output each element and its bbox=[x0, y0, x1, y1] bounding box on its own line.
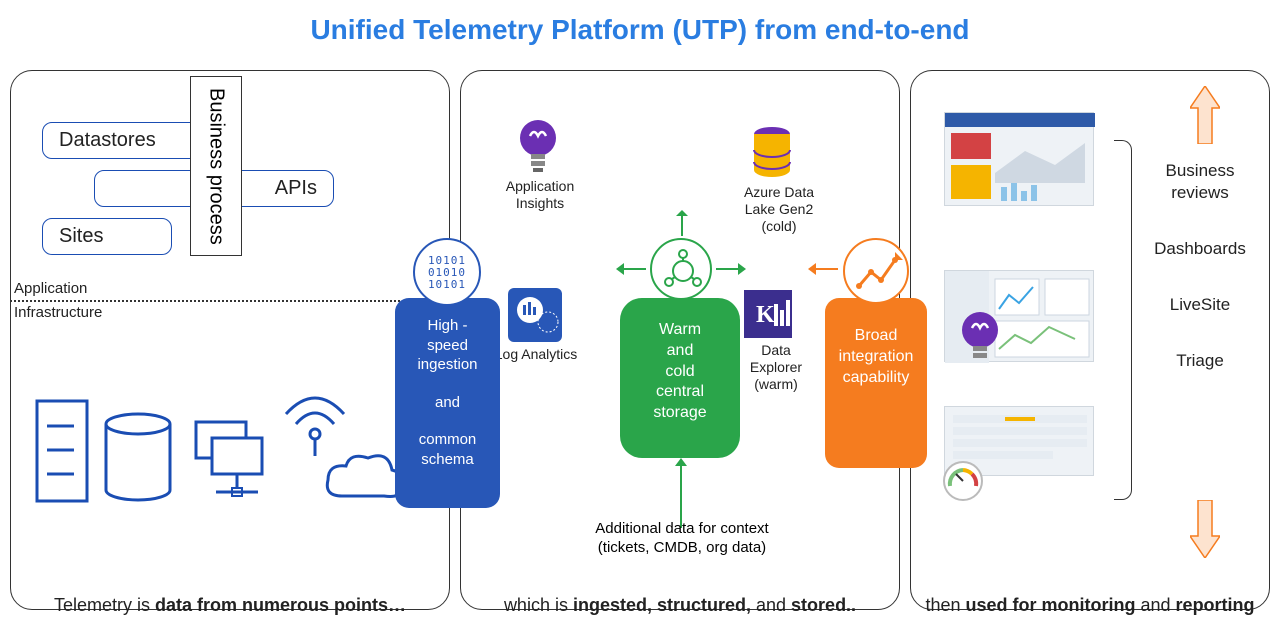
adls-label: Azure Data Lake Gen2 (cold) bbox=[734, 184, 824, 234]
output-business-reviews: Business reviews bbox=[1140, 160, 1260, 204]
p3-cap-mid: and bbox=[1136, 595, 1176, 615]
panel1-caption: Telemetry is data from numerous points… bbox=[10, 595, 450, 616]
ingest-l5: common bbox=[401, 430, 494, 450]
bracket-icon bbox=[1114, 140, 1132, 500]
log-analytics-icon bbox=[508, 288, 562, 342]
p2-cap-b1: ingested, structured, bbox=[573, 595, 751, 615]
output-list: Business reviews Dashboards LiveSite Tri… bbox=[1140, 160, 1260, 406]
gauge-icon bbox=[942, 460, 984, 502]
panel2-caption: which is ingested, structured, and store… bbox=[460, 595, 900, 616]
arrow-broad-left-icon bbox=[808, 262, 838, 276]
st-l3: cold bbox=[630, 362, 730, 383]
kusto-l2: Explorer bbox=[750, 359, 802, 375]
ingest-l2: speed bbox=[401, 336, 494, 356]
st-l4: central bbox=[630, 382, 730, 403]
lightbulb-icon-2 bbox=[958, 310, 1002, 366]
adls-l1: Azure Data bbox=[744, 184, 814, 200]
arrow-context-up-icon bbox=[674, 458, 688, 528]
database-icon bbox=[102, 412, 174, 506]
output-dashboards: Dashboards bbox=[1140, 238, 1260, 260]
arrow-down-outline-icon bbox=[1190, 500, 1220, 558]
cloud-icon bbox=[322, 452, 406, 508]
st-l5: storage bbox=[630, 403, 730, 424]
p1-cap-bold: data from numerous points… bbox=[155, 595, 406, 615]
arrow-up-icon bbox=[675, 210, 689, 236]
wifi-icon bbox=[280, 388, 350, 458]
ingest-l3: ingestion bbox=[401, 355, 494, 375]
monitor-icon bbox=[190, 420, 268, 506]
divider-infrastructure-label: Infrastructure bbox=[14, 304, 102, 321]
p2-cap-pre: which is bbox=[504, 595, 573, 615]
ingestion-box: High - speed ingestion and common schema bbox=[395, 298, 500, 508]
ingest-l1: High - bbox=[401, 316, 494, 336]
ctx-l1: Additional data for context bbox=[595, 520, 768, 537]
st-l2: and bbox=[630, 341, 730, 362]
arrow-right-icon bbox=[716, 262, 746, 276]
hub-icon bbox=[650, 238, 712, 300]
kusto-l1: Data bbox=[761, 342, 791, 358]
broad-l1: Broad bbox=[831, 326, 921, 347]
output-livesite: LiveSite bbox=[1140, 294, 1260, 316]
adls-l2: Lake Gen2 bbox=[745, 201, 814, 217]
p3-cap-pre: then bbox=[925, 595, 965, 615]
loganalytics-label: Log Analytics bbox=[488, 346, 584, 363]
p3-cap-b1: used for monitoring bbox=[966, 595, 1136, 615]
p2-cap-mid: and bbox=[751, 595, 791, 615]
business-process-label: Business process bbox=[205, 88, 228, 245]
dashboard-thumb-1 bbox=[944, 112, 1094, 206]
output-triage: Triage bbox=[1140, 350, 1260, 372]
kusto-l3: (warm) bbox=[754, 376, 798, 392]
data-explorer-icon: K bbox=[744, 290, 792, 338]
p1-cap-pre: Telemetry is bbox=[54, 595, 155, 615]
lightbulb-icon bbox=[516, 118, 560, 174]
ingest-l6: schema bbox=[401, 450, 494, 470]
panel3-caption: then used for monitoring and reporting bbox=[910, 595, 1270, 616]
chip-sites: Sites bbox=[42, 218, 172, 255]
p2-cap-b2: stored.. bbox=[791, 595, 856, 615]
ctx-l2: (tickets, CMDB, org data) bbox=[598, 539, 766, 556]
server-icon bbox=[34, 398, 90, 506]
divider-application-label: Application bbox=[14, 280, 87, 297]
appinsights-label: Application Insights bbox=[494, 178, 586, 212]
svg-text:K: K bbox=[756, 302, 775, 328]
business-process-box: Business process bbox=[190, 76, 242, 256]
arrow-left-icon bbox=[616, 262, 646, 276]
broad-l2: integration bbox=[831, 347, 921, 368]
p3-cap-b2: reporting bbox=[1176, 595, 1255, 615]
broad-l3: capability bbox=[831, 368, 921, 389]
binary-icon: 101010101010101 bbox=[413, 238, 481, 306]
ingest-l4: and bbox=[401, 393, 494, 413]
chip-datastores: Datastores bbox=[42, 122, 202, 159]
broad-integration-box: Broad integration capability bbox=[825, 298, 927, 468]
azure-datalake-icon bbox=[752, 126, 792, 180]
st-l1: Warm bbox=[630, 320, 730, 341]
chart-circle-icon bbox=[843, 238, 909, 304]
dataexplorer-label: Data Explorer (warm) bbox=[740, 342, 812, 392]
app-infra-divider bbox=[10, 300, 448, 302]
adls-l3: (cold) bbox=[761, 218, 796, 234]
page-title: Unified Telemetry Platform (UTP) from en… bbox=[0, 0, 1280, 46]
context-data-label: Additional data for context (tickets, CM… bbox=[552, 520, 812, 558]
arrow-up-outline-icon bbox=[1190, 86, 1220, 144]
storage-box: Warm and cold central storage bbox=[620, 298, 740, 458]
